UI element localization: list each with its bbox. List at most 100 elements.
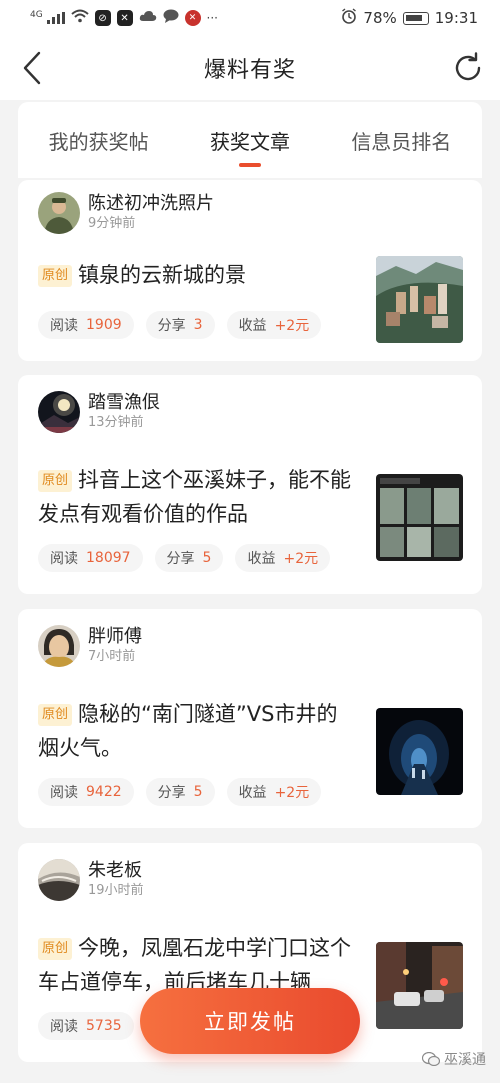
- watermark-text: 巫溪通: [444, 1052, 486, 1068]
- share-count: 分享 5: [154, 544, 224, 572]
- wechat-icon: [422, 1052, 440, 1066]
- page-title: 爆料有奖: [203, 58, 296, 83]
- stat-label: 收益: [247, 551, 276, 567]
- post-time: 13分钟前: [88, 415, 144, 430]
- more-notifications-icon: ···: [206, 11, 218, 25]
- post-time: 7小时前: [88, 649, 136, 664]
- author-name[interactable]: 胖师傅: [88, 626, 142, 648]
- read-count: 阅读 5735: [38, 1012, 134, 1040]
- alarm-icon: [341, 8, 357, 28]
- stat-label: 阅读: [50, 551, 78, 567]
- stat-label: 阅读: [50, 785, 78, 801]
- stat-label: 阅读: [50, 1019, 78, 1035]
- author-row: 踏雪漁佷 13分钟前: [38, 391, 160, 433]
- author-meta: 朱老板 19小时前: [88, 860, 144, 900]
- stat-label: 收益: [238, 785, 267, 801]
- signal-icon: 4G: [30, 10, 65, 26]
- earnings: 收益 +2元: [226, 311, 322, 339]
- author-name[interactable]: 朱老板: [88, 860, 144, 882]
- author-meta: 陈述初冲洗照片 9分钟前: [88, 193, 214, 233]
- post-time: 9分钟前: [88, 216, 136, 231]
- author-name[interactable]: 踏雪漁佷: [88, 392, 160, 414]
- tab-informant-ranking[interactable]: 信息员排名: [347, 126, 455, 155]
- stat-value: 18097: [86, 550, 131, 566]
- original-badge: 原创: [38, 704, 73, 726]
- tab-label: 我的获奖帖: [48, 129, 149, 154]
- stat-value: 1909: [86, 317, 122, 333]
- post-stats: 阅读 5735: [38, 1012, 134, 1040]
- post-stats: 阅读 9422 分享 5 收益 +2元: [38, 778, 322, 806]
- post-card[interactable]: 胖师傅 7小时前 原创 隐秘的“南门隧道”VS市井的烟火气。 阅读 9422 分享 5…: [18, 609, 482, 828]
- post-card[interactable]: 踏雪漁佷 13分钟前 原创 抖音上这个巫溪妹子，能不能发点有观看价值的作品 阅读 1…: [18, 375, 482, 594]
- author-row: 陈述初冲洗照片 9分钟前: [38, 192, 214, 234]
- network-label: 4G: [30, 10, 43, 20]
- read-count: 阅读 9422: [38, 778, 134, 806]
- original-badge: 原创: [38, 265, 73, 287]
- stat-label: 分享: [166, 551, 195, 567]
- stat-label: 分享: [157, 318, 186, 334]
- watermark: 巫溪通: [422, 1049, 486, 1069]
- post-stats: 阅读 18097 分享 5 收益 +2元: [38, 544, 331, 572]
- message-icon: [163, 9, 179, 27]
- wifi-icon: [70, 9, 89, 27]
- stat-value: +2元: [283, 551, 319, 567]
- status-left: 4G ⊘ ✕ ✕ ···: [30, 9, 218, 27]
- weibo-icon: ✕: [184, 10, 201, 26]
- stat-value: 9422: [86, 784, 122, 800]
- battery-percent: 78%: [363, 9, 397, 27]
- post-now-button[interactable]: 立即发帖: [140, 988, 360, 1054]
- stat-value: 5: [202, 550, 212, 566]
- stat-label: 收益: [238, 318, 267, 334]
- stat-value: +2元: [274, 318, 310, 334]
- back-button[interactable]: [12, 48, 52, 88]
- stat-value: 5735: [86, 1018, 122, 1034]
- original-badge: 原创: [38, 470, 73, 492]
- share-count: 分享 5: [145, 778, 215, 806]
- chevron-left-icon: [23, 51, 41, 85]
- avatar[interactable]: [38, 625, 80, 667]
- active-tab-indicator: [238, 162, 261, 167]
- post-title-text: 今晚，凤凰石龙中学门口这个车占道停车，前后堵车几十辆: [38, 936, 352, 994]
- post-title[interactable]: 原创 隐秘的“南门隧道”VS市井的烟火气。: [38, 697, 358, 765]
- post-title[interactable]: 原创 抖音上这个巫溪妹子，能不能发点有观看价值的作品: [38, 463, 358, 531]
- post-title[interactable]: 原创 镇泉的云新城的景: [38, 258, 358, 292]
- post-thumbnail[interactable]: [376, 942, 463, 1029]
- nav-bar: 爆料有奖: [0, 36, 500, 100]
- avatar[interactable]: [38, 859, 80, 901]
- earnings: 收益 +2元: [226, 778, 322, 806]
- post-title-text: 镇泉的云新城的景: [78, 263, 247, 287]
- status-right: 78% 19:31: [341, 8, 478, 28]
- refresh-button[interactable]: [448, 48, 488, 88]
- battery-icon: [402, 11, 429, 25]
- clock-time: 19:31: [434, 9, 478, 27]
- author-row: 胖师傅 7小时前: [38, 625, 142, 667]
- post-thumbnail[interactable]: [376, 474, 463, 561]
- tab-label: 信息员排名: [351, 129, 452, 154]
- cloud-icon: [139, 10, 157, 26]
- author-name[interactable]: 陈述初冲洗照片: [88, 193, 214, 215]
- author-row: 朱老板 19小时前: [38, 859, 144, 901]
- capcut-icon: ✕: [116, 10, 133, 26]
- tab-bar: 我的获奖帖 获奖文章 信息员排名: [18, 102, 482, 178]
- post-thumbnail[interactable]: [376, 256, 463, 343]
- author-meta: 踏雪漁佷 13分钟前: [88, 392, 160, 432]
- stat-label: 阅读: [50, 318, 78, 334]
- tab-label: 获奖文章: [209, 129, 290, 154]
- refresh-icon: [455, 52, 481, 81]
- status-bar: 4G ⊘ ✕ ✕ ··· 78% 19:31: [0, 0, 500, 36]
- post-card[interactable]: 陈述初冲洗照片 9分钟前 原创 镇泉的云新城的景 阅读 1909 分享 3 收益 +2元: [18, 180, 482, 361]
- tab-awarded-articles[interactable]: 获奖文章: [206, 126, 294, 167]
- post-stats: 阅读 1909 分享 3 收益 +2元: [38, 311, 322, 339]
- original-badge: 原创: [38, 938, 73, 960]
- avatar[interactable]: [38, 391, 80, 433]
- author-meta: 胖师傅 7小时前: [88, 626, 142, 666]
- post-title-text: 抖音上这个巫溪妹子，能不能发点有观看价值的作品: [38, 468, 352, 526]
- read-count: 阅读 18097: [38, 544, 143, 572]
- share-count: 分享 3: [145, 311, 215, 339]
- stat-value: 3: [193, 317, 203, 333]
- post-thumbnail[interactable]: [376, 708, 463, 795]
- stat-value: 5: [193, 784, 203, 800]
- avatar[interactable]: [38, 192, 80, 234]
- tab-my-awarded-posts[interactable]: 我的获奖帖: [45, 126, 153, 155]
- post-title-text: 隐秘的“南门隧道”VS市井的烟火气。: [38, 702, 338, 760]
